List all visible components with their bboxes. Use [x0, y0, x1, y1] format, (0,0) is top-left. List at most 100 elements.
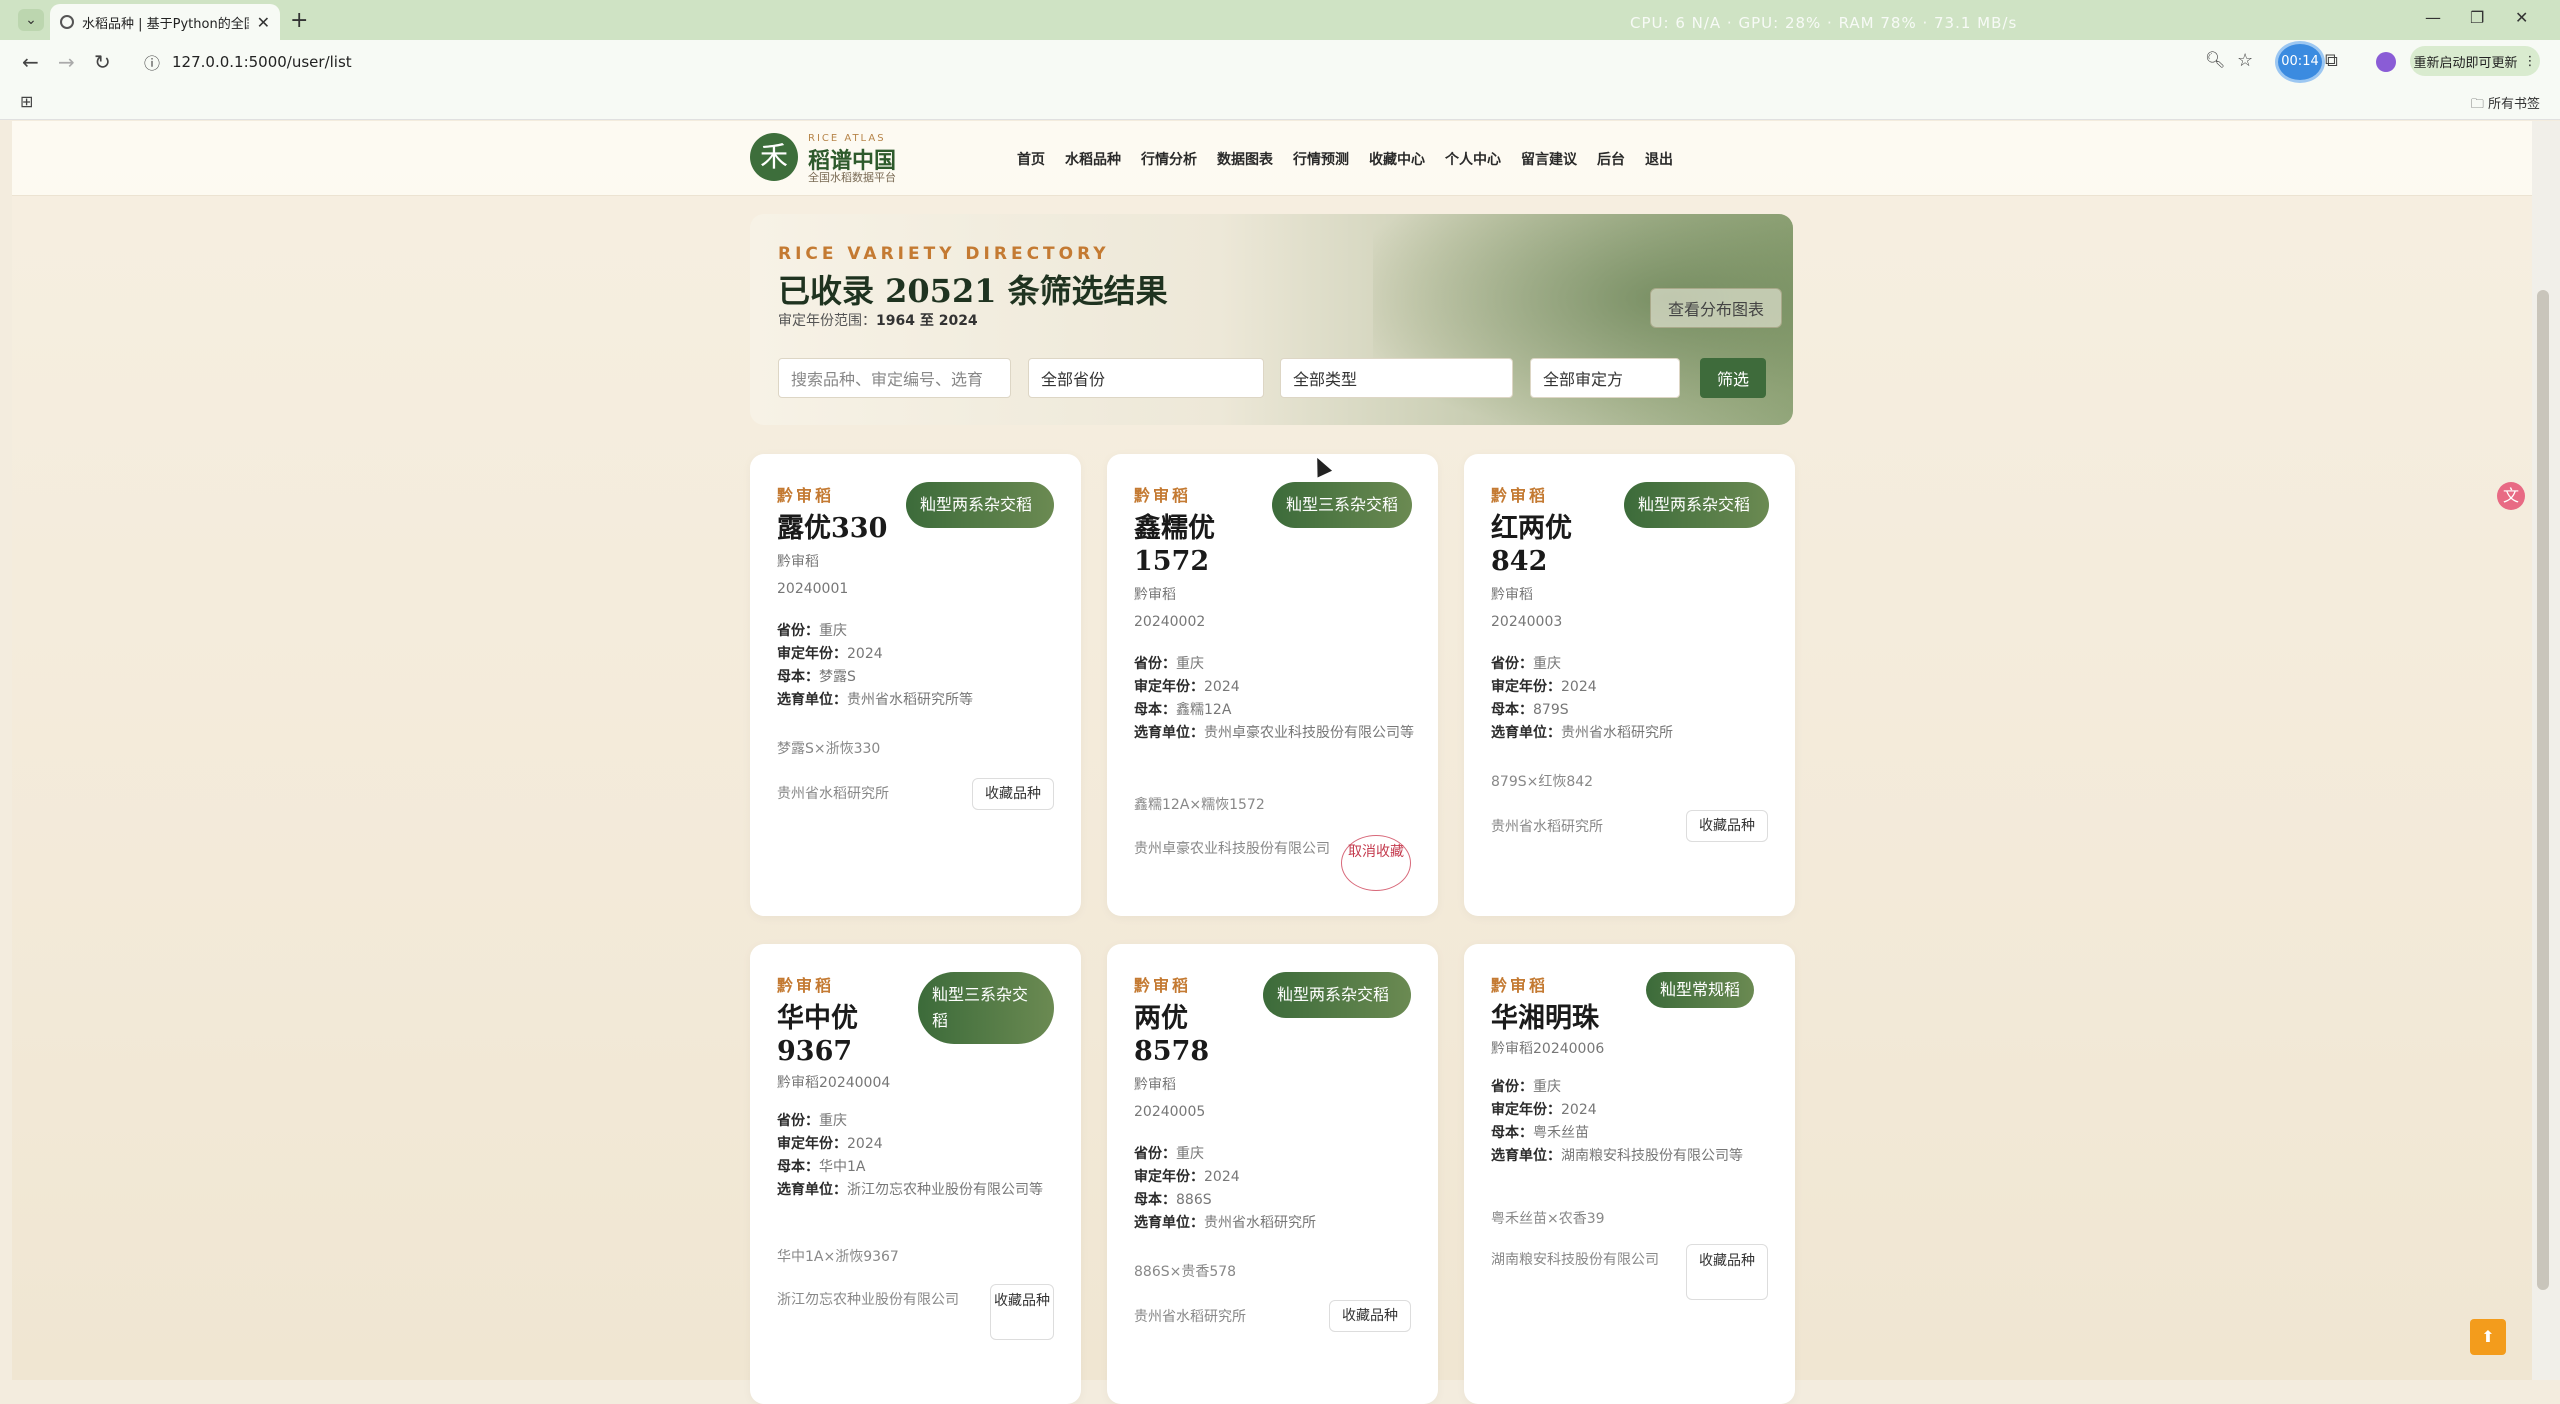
favorite-button[interactable]: 收藏品种	[1686, 810, 1768, 842]
year-value: 2024	[847, 1136, 883, 1152]
parent-value: 华中1A	[819, 1159, 866, 1175]
breeder-label: 选育单位：	[1491, 725, 1561, 741]
variety-name[interactable]: 红两优842	[1491, 512, 1591, 578]
year-label: 审定年份：	[1134, 679, 1204, 695]
browser-tab[interactable]: 水稻品种 | 基于Python的全国水稻 ✕	[50, 4, 280, 40]
unfavorite-button[interactable]: 取消收藏	[1341, 835, 1411, 891]
year-range: 审定年份范围：1964 至 2024	[778, 310, 978, 330]
minimize-icon[interactable]: —	[2425, 8, 2441, 27]
cross-combination: 879S×红恢842	[1491, 774, 1594, 790]
system-overlay: CPU: 6 N/A · GPU: 28% · RAM 78% · 73.1 M…	[1630, 14, 2018, 32]
reload-icon[interactable]: ↻	[94, 50, 111, 74]
scrollbar-thumb[interactable]	[2537, 290, 2549, 1290]
logo-mark[interactable]: 禾	[750, 133, 798, 181]
variety-details: 省份：重庆 审定年份：2024 母本：梦露S 选育单位：贵州省水稻研究所等	[777, 620, 1067, 712]
distribution-chart-button[interactable]: 查看分布图表	[1650, 288, 1782, 328]
variety-name[interactable]: 华湘明珠	[1491, 1002, 1661, 1035]
parent-label: 母本：	[1134, 1192, 1176, 1208]
profile-avatar[interactable]	[2376, 52, 2396, 72]
nav-favorites[interactable]: 收藏中心	[1369, 149, 1425, 169]
breeder-org: 浙江勿忘农种业股份有限公司	[777, 1292, 959, 1308]
apps-grid-icon[interactable]: ⊞	[20, 92, 33, 111]
all-bookmarks[interactable]: 🗀 所有书签	[2471, 93, 2540, 117]
province-select[interactable]: 全部省份	[1028, 358, 1264, 398]
update-button[interactable]: 重新启动即可更新 ⋮	[2410, 46, 2540, 76]
province-value: 重庆	[1176, 656, 1204, 672]
hero-title: 已收录 20521 条筛选结果	[778, 272, 1168, 310]
approval-code: 黔审稻20240006	[1491, 1041, 1605, 1057]
breeder-org: 贵州卓豪农业科技股份有限公司	[1134, 841, 1330, 857]
main-nav: 首页 水稻品种 行情分析 数据图表 行情预测 收藏中心 个人中心 留言建议 后台…	[1017, 149, 1673, 169]
favorite-button[interactable]: 收藏品种	[1686, 1244, 1768, 1300]
nav-forecast[interactable]: 行情预测	[1293, 149, 1349, 169]
authority-select[interactable]: 全部审定方	[1530, 358, 1680, 398]
type-badge: 籼型三系杂交稻	[918, 972, 1054, 1044]
tab-search-button[interactable]: ⌄	[18, 9, 44, 31]
nav-logout[interactable]: 退出	[1645, 149, 1673, 169]
zoom-icon[interactable]: 🔍︎	[2205, 50, 2225, 69]
year-value: 2024	[1561, 679, 1597, 695]
restore-icon[interactable]: ❐	[2470, 8, 2484, 27]
breeder-label: 选育单位：	[777, 1182, 847, 1198]
nav-profile[interactable]: 个人中心	[1445, 149, 1501, 169]
back-icon[interactable]: ←	[22, 50, 39, 74]
province-value: 重庆	[1176, 1146, 1204, 1162]
extensions-icon[interactable]: ⧉	[2325, 50, 2338, 71]
parent-value: 鑫糯12A	[1176, 702, 1232, 718]
tab-close-icon[interactable]: ✕	[257, 13, 270, 32]
breeder-label: 选育单位：	[777, 692, 847, 708]
nav-market-analysis[interactable]: 行情分析	[1141, 149, 1197, 169]
favorite-button[interactable]: 收藏品种	[1329, 1300, 1411, 1332]
forward-icon[interactable]: →	[58, 50, 75, 74]
site-info-icon[interactable]: ⓘ	[144, 50, 160, 74]
favorite-button[interactable]: 收藏品种	[990, 1284, 1054, 1340]
variety-name[interactable]: 两优8578	[1134, 1002, 1214, 1068]
year-label: 审定年份：	[1134, 1169, 1204, 1185]
province-label: 省份：	[1491, 1079, 1533, 1095]
year-value: 2024	[1204, 679, 1240, 695]
translate-icon[interactable]: 文	[2497, 482, 2525, 510]
nav-home[interactable]: 首页	[1017, 149, 1045, 169]
year-label: 审定年份：	[1491, 679, 1561, 695]
province-value: 重庆	[1533, 656, 1561, 672]
logo-subtitle: 全国水稻数据平台	[808, 171, 896, 184]
variety-name[interactable]: 华中优9367	[777, 1002, 877, 1068]
bookmark-star-icon[interactable]: ☆	[2237, 50, 2253, 71]
nav-charts[interactable]: 数据图表	[1217, 149, 1273, 169]
type-select[interactable]: 全部类型	[1280, 358, 1513, 398]
type-badge: 籼型常规稻	[1646, 972, 1755, 1008]
back-to-top-button[interactable]: ⬆	[2470, 1319, 2506, 1355]
approval-code: 黔审稻20240004	[777, 1075, 891, 1091]
year-range-label: 审定年份范围：	[778, 313, 876, 329]
nav-feedback[interactable]: 留言建议	[1521, 149, 1577, 169]
variety-card: 黔审稻 华湘明珠 籼型常规稻 黔审稻20240006 省份：重庆 审定年份：20…	[1464, 944, 1795, 1404]
variety-card: 黔审稻 华中优9367 籼型三系杂交稻 黔审稻20240004 省份：重庆 审定…	[750, 944, 1081, 1404]
breeder-label: 选育单位：	[1134, 1215, 1204, 1231]
new-tab-button[interactable]: +	[290, 8, 308, 33]
cross-combination: 粤禾丝苗×农香39	[1491, 1211, 1605, 1227]
type-badge: 籼型两系杂交稻	[1263, 972, 1411, 1018]
province-label: 省份：	[1134, 656, 1176, 672]
parent-value: 梦露S	[819, 669, 856, 685]
filter-button[interactable]: 筛选	[1700, 358, 1766, 398]
year-label: 审定年份：	[777, 646, 847, 662]
address-bar[interactable]: ⓘ 127.0.0.1:5000/user/list	[130, 46, 2240, 78]
nav-varieties[interactable]: 水稻品种	[1065, 149, 1121, 169]
breeder-value: 贵州省水稻研究所	[1561, 725, 1673, 741]
approval-code: 黔审稻20240001	[777, 554, 849, 597]
search-input[interactable]: 搜索品种、审定编号、选育	[778, 358, 1011, 398]
approval-code: 黔审稻20240005	[1134, 1077, 1206, 1120]
cross-combination: 886S×贵香578	[1134, 1264, 1237, 1280]
browser-tabstrip: ⌄ 水稻品种 | 基于Python的全国水稻 ✕ + CPU: 6 N/A · …	[0, 0, 2560, 40]
close-window-icon[interactable]: ✕	[2515, 8, 2528, 27]
hero-panel: RICE VARIETY DIRECTORY 已收录 20521 条筛选结果 审…	[750, 214, 1793, 425]
variety-details: 省份：重庆 审定年份：2024 母本：879S 选育单位：贵州省水稻研究所	[1491, 653, 1781, 745]
breeder-value: 浙江勿忘农种业股份有限公司等	[847, 1182, 1043, 1198]
breeder-value: 贵州省水稻研究所等	[847, 692, 973, 708]
timer-badge[interactable]: 00:14	[2278, 44, 2322, 80]
variety-name[interactable]: 鑫糯优1572	[1134, 512, 1234, 578]
parent-label: 母本：	[1491, 1125, 1533, 1141]
card-eyebrow: 黔审稻	[1134, 486, 1192, 505]
nav-admin[interactable]: 后台	[1597, 149, 1625, 169]
favorite-button[interactable]: 收藏品种	[972, 778, 1054, 810]
